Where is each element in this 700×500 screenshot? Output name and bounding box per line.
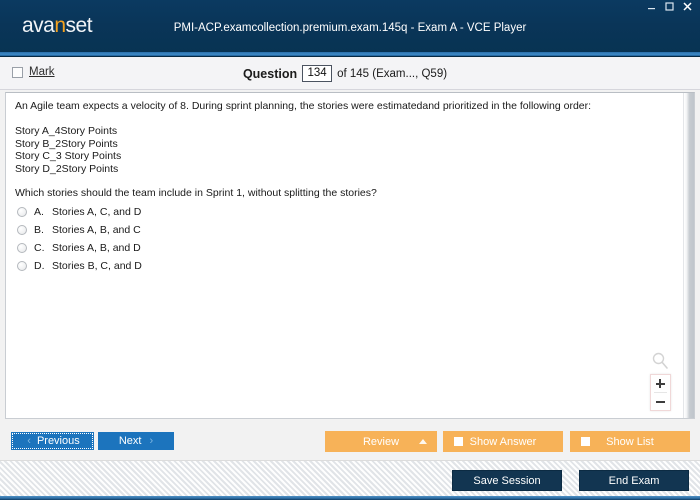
previous-button[interactable]: ‹ Previous (11, 432, 94, 450)
show-answer-button[interactable]: Show Answer (443, 431, 563, 452)
show-list-button[interactable]: Show List (570, 431, 690, 452)
end-exam-label: End Exam (608, 474, 660, 487)
save-session-label: Save Session (473, 474, 541, 487)
story-item: Story D_2Story Points (15, 162, 119, 175)
option-text: Stories A, B, and D (52, 242, 141, 254)
review-button[interactable]: Review (325, 431, 437, 452)
square-icon (454, 437, 463, 446)
zoom-out-button[interactable] (651, 393, 670, 410)
show-list-button-label: Show List (606, 435, 654, 448)
question-number-input[interactable]: 134 (302, 65, 333, 82)
magnifier-icon[interactable] (650, 351, 670, 371)
vce-player-window: avanset PMI-ACP.examcollection.premium.e… (0, 0, 700, 500)
question-content-panel: An Agile team expects a velocity of 8. D… (5, 92, 695, 419)
option-letter: B. (34, 224, 44, 236)
answer-option-d[interactable]: D. Stories B, C, and D (17, 257, 142, 275)
zoom-in-button[interactable] (651, 375, 670, 392)
question-stem: An Agile team expects a velocity of 8. D… (15, 100, 592, 112)
radio-button-a[interactable] (17, 207, 27, 217)
status-bar: Save Session End Exam (0, 460, 700, 500)
save-session-button[interactable]: Save Session (452, 470, 562, 491)
option-text: Stories A, B, and C (52, 224, 141, 236)
option-letter: A. (34, 206, 44, 218)
minimize-icon[interactable] (645, 2, 658, 11)
radio-button-b[interactable] (17, 225, 27, 235)
maximize-icon[interactable] (663, 2, 676, 11)
option-text: Stories B, C, and D (52, 260, 142, 272)
story-list: Story A_4Story Points Story B_2Story Poi… (15, 125, 672, 175)
zoom-controls (649, 374, 671, 411)
question-sub-question: Which stories should the team include in… (15, 187, 377, 199)
review-button-label: Review (362, 435, 400, 448)
answer-options: A. Stories A, C, and D B. Stories A, B, … (17, 203, 142, 275)
question-total-text: of 145 (Exam..., Q59) (337, 67, 448, 80)
answer-option-a[interactable]: A. Stories A, C, and D (17, 203, 142, 221)
story-item: Story B_2Story Points (15, 137, 118, 150)
question-toolbar: Mark Question 134 of 145 (Exam..., Q59) (0, 57, 700, 90)
question-label: Question (242, 66, 298, 81)
chevron-right-icon: › (149, 434, 154, 447)
next-button-label: Next (118, 435, 142, 447)
window-title: PMI-ACP.examcollection.premium.exam.145q… (173, 22, 527, 34)
window-controls (645, 2, 694, 11)
option-letter: D. (34, 260, 45, 272)
radio-button-d[interactable] (17, 261, 27, 271)
zoom-widget (649, 351, 671, 411)
answer-option-b[interactable]: B. Stories A, B, and C (17, 221, 142, 239)
caret-up-icon (419, 439, 427, 444)
end-exam-button[interactable]: End Exam (579, 470, 689, 491)
content-scrollbar[interactable] (683, 93, 694, 418)
answer-option-c[interactable]: C. Stories A, B, and D (17, 239, 142, 257)
previous-button-label: Previous (36, 435, 80, 447)
story-item: Story C_3 Story Points (15, 150, 122, 162)
close-icon[interactable] (681, 2, 694, 11)
question-counter: Question 134 of 145 (Exam..., Q59) (0, 65, 695, 82)
option-text: Stories A, C, and D (52, 206, 142, 218)
show-answer-button-label: Show Answer (469, 435, 537, 448)
radio-button-c[interactable] (17, 243, 27, 253)
title-bar: avanset PMI-ACP.examcollection.premium.e… (0, 0, 700, 57)
story-item: Story A_4Story Points (15, 125, 118, 137)
action-bar: ‹ Previous Next › Review Show Answer Sho… (0, 424, 700, 460)
next-button[interactable]: Next › (98, 432, 174, 450)
chevron-left-icon: ‹ (27, 434, 31, 447)
question-text: An Agile team expects a velocity of 8. D… (15, 100, 672, 200)
square-icon (581, 437, 590, 446)
option-letter: C. (34, 242, 45, 254)
